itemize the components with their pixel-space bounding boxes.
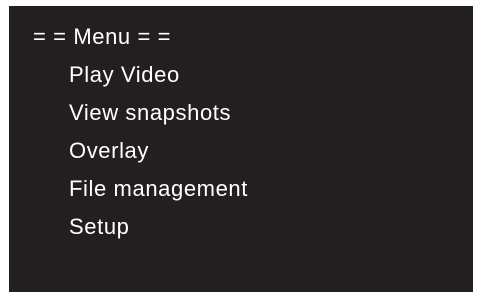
menu-screen: = = Menu = = Play Video View snapshots O… [9,6,473,292]
menu-item-view-snapshots[interactable]: View snapshots [69,99,248,137]
menu-item-setup[interactable]: Setup [69,213,248,251]
menu-title: = = Menu = = [33,24,172,49]
menu-list: Play Video View snapshots Overlay File m… [69,61,248,251]
menu-item-overlay[interactable]: Overlay [69,137,248,175]
menu-item-file-management[interactable]: File management [69,175,248,213]
menu-item-play-video[interactable]: Play Video [69,61,248,99]
